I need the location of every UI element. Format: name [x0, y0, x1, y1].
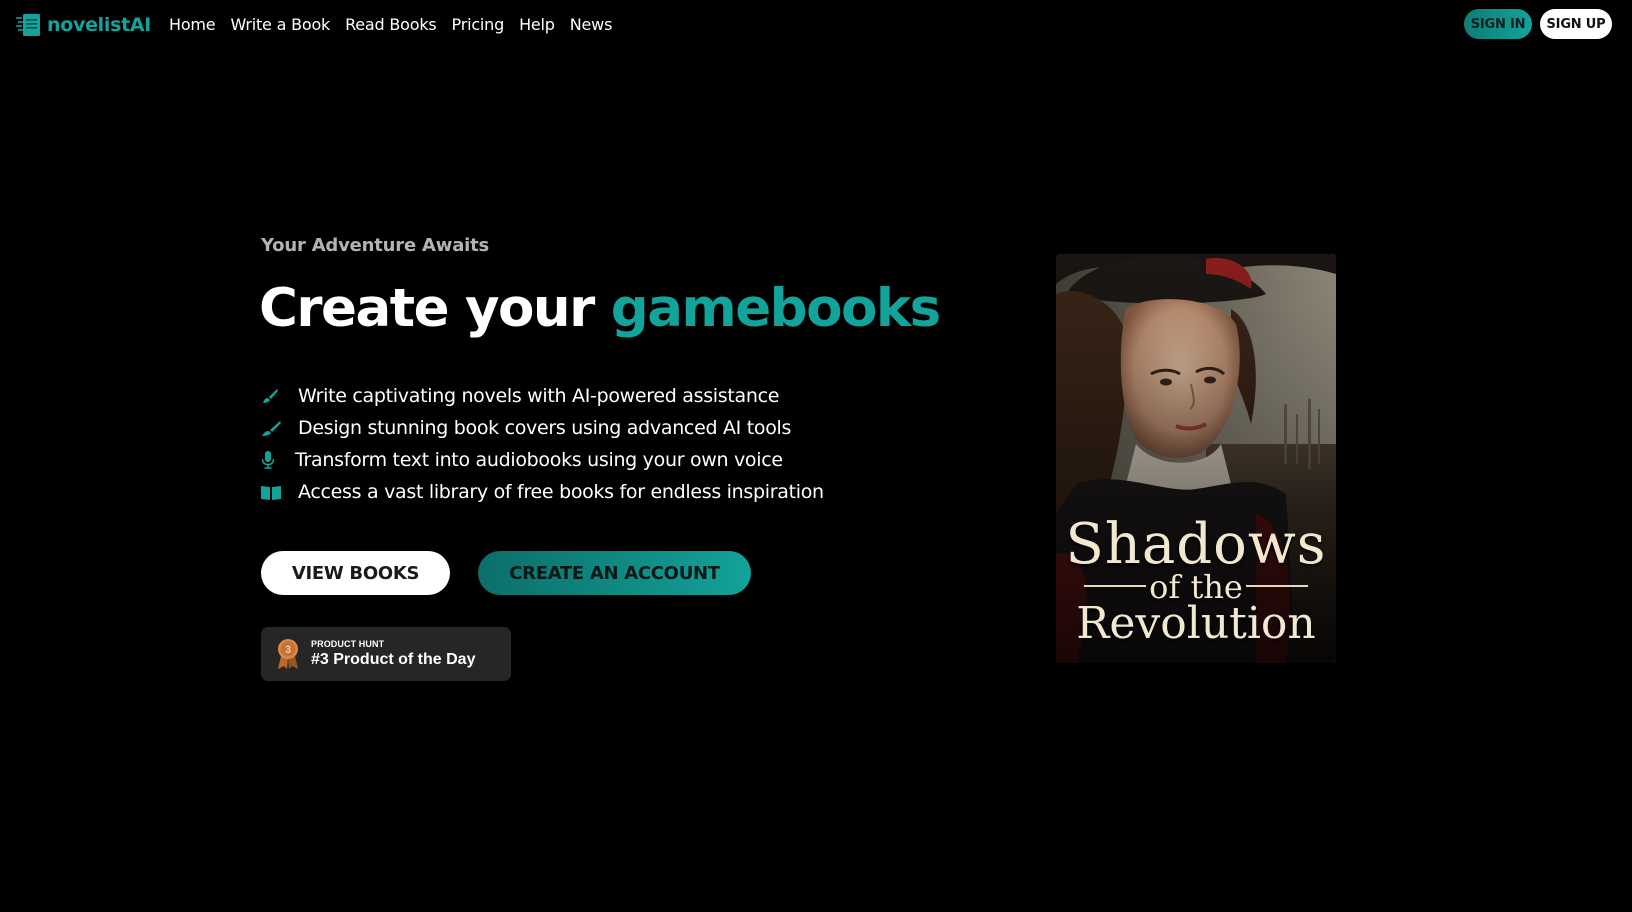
microphone-icon: [261, 451, 283, 469]
sign-in-button[interactable]: SIGN IN: [1464, 9, 1532, 39]
feature-list: Write captivating novels with AI-powered…: [261, 380, 824, 508]
hero-headline: Create your gamebooks: [259, 278, 941, 339]
paintbrush-icon: [261, 419, 283, 437]
feature-text: Write captivating novels with AI-powered…: [298, 385, 780, 407]
medal-rank: 3: [285, 644, 291, 656]
headline-prefix: Create your: [259, 278, 595, 339]
stacked-book-logo-icon: [16, 14, 40, 36]
sign-up-button[interactable]: SIGN UP: [1540, 9, 1612, 39]
product-hunt-texts: PRODUCT HUNT #3 Product of the Day: [311, 639, 475, 669]
headline-accent: gamebooks: [610, 278, 941, 339]
nav-link-pricing[interactable]: Pricing: [452, 15, 505, 34]
feature-item: Access a vast library of free books for …: [261, 476, 824, 508]
featured-book-cover[interactable]: Shadows of the Revolution: [1056, 254, 1336, 663]
feature-item: Transform text into audiobooks using you…: [261, 444, 824, 476]
feature-item: Write captivating novels with AI-powered…: [261, 380, 824, 412]
hero-eyebrow: Your Adventure Awaits: [261, 235, 490, 256]
open-book-icon: [261, 483, 283, 501]
cover-title-line-3: Revolution: [1076, 598, 1316, 649]
feature-text: Transform text into audiobooks using you…: [295, 449, 783, 471]
product-hunt-kicker: PRODUCT HUNT: [311, 639, 385, 649]
feature-text: Design stunning book covers using advanc…: [298, 417, 792, 439]
create-account-button[interactable]: CREATE AN ACCOUNT: [478, 551, 751, 595]
nav-link-write-a-book[interactable]: Write a Book: [230, 15, 330, 34]
paintbrush-icon: [261, 387, 283, 405]
nav-link-read-books[interactable]: Read Books: [345, 15, 437, 34]
feature-text: Access a vast library of free books for …: [298, 481, 824, 503]
nav-link-news[interactable]: News: [570, 15, 613, 34]
feature-item: Design stunning book covers using advanc…: [261, 412, 824, 444]
brand-name: novelistAI: [47, 14, 152, 36]
product-hunt-title: #3 Product of the Day: [311, 651, 476, 668]
bronze-medal-icon: 3: [278, 639, 298, 669]
nav-link-home[interactable]: Home: [169, 15, 216, 34]
top-navbar: novelistAI Home Write a Book Read Books …: [0, 0, 1632, 50]
primary-nav: Home Write a Book Read Books Pricing Hel…: [169, 15, 627, 34]
nav-link-help[interactable]: Help: [519, 15, 555, 34]
brand-logo-link[interactable]: novelistAI: [16, 12, 151, 38]
view-books-button[interactable]: VIEW BOOKS: [261, 551, 450, 595]
product-hunt-badge[interactable]: 3 PRODUCT HUNT #3 Product of the Day: [261, 627, 511, 681]
